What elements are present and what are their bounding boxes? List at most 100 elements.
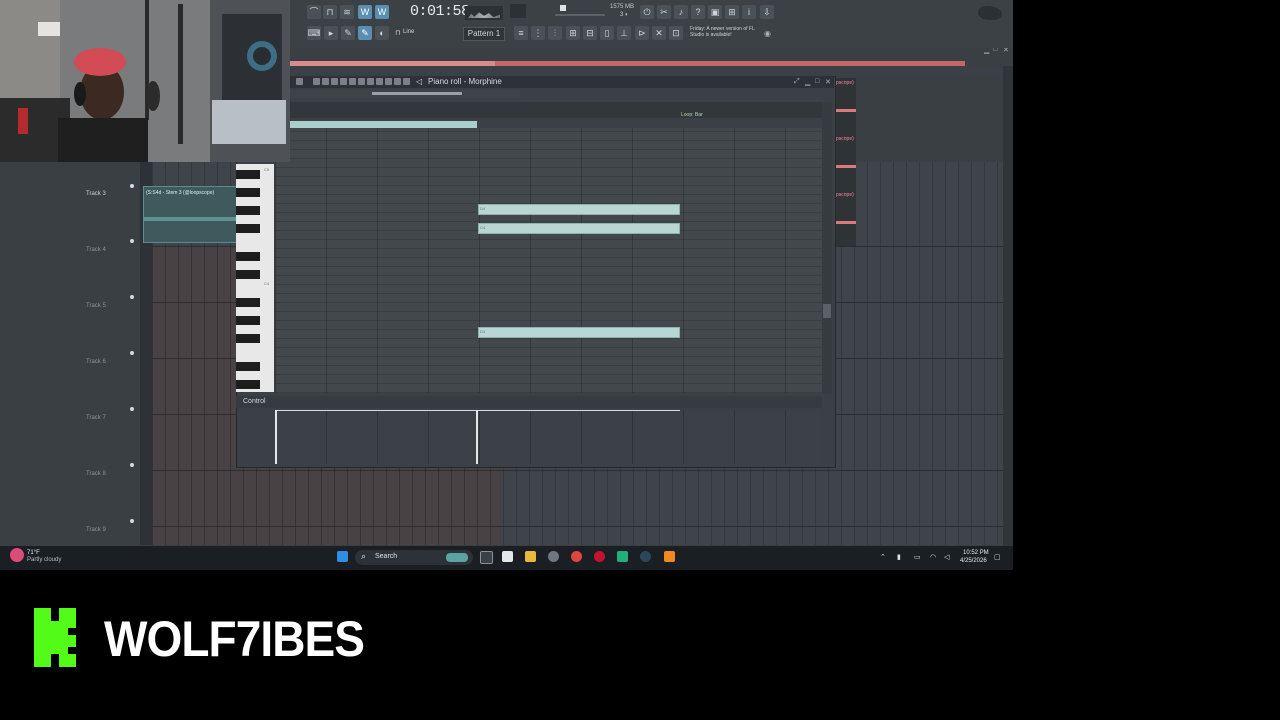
pattern-selector[interactable]: Pattern 1 xyxy=(463,27,505,41)
black-key[interactable] xyxy=(236,206,260,215)
keyboard-icon[interactable]: ⌨ xyxy=(307,26,321,40)
weather-icon[interactable] xyxy=(10,548,24,562)
track-mute-dot[interactable] xyxy=(130,295,134,299)
minimize-icon[interactable]: ▁ xyxy=(805,78,810,86)
track-label-7[interactable]: Track 7 xyxy=(86,415,106,421)
template-icon[interactable]: ⊡ xyxy=(669,26,683,40)
midi-note[interactable] xyxy=(478,327,680,338)
pitch-slider-handle[interactable] xyxy=(560,5,566,11)
track-mute-dot[interactable] xyxy=(130,184,134,188)
app-icon[interactable] xyxy=(617,551,628,562)
browser-icon[interactable]: ⊟ xyxy=(583,26,597,40)
draw-icon[interactable] xyxy=(322,78,329,85)
zoom-icon[interactable] xyxy=(385,78,392,85)
pencil-icon[interactable]: ✎ xyxy=(358,26,372,40)
store-icon[interactable] xyxy=(502,551,513,562)
volume-icon[interactable]: ◁ xyxy=(944,554,951,561)
playlist-icon[interactable]: ≡ xyxy=(514,26,528,40)
control-target-select[interactable]: Control xyxy=(243,398,266,405)
brush-icon[interactable] xyxy=(331,78,338,85)
step-edit-icon[interactable]: ✎ xyxy=(341,26,355,40)
track-label-4[interactable]: Track 4 xyxy=(86,247,106,253)
maximize-icon[interactable]: □ xyxy=(815,78,819,85)
track-mute-dot[interactable] xyxy=(130,351,134,355)
scroll-thumb[interactable] xyxy=(372,92,462,95)
slice-icon[interactable] xyxy=(367,78,374,85)
note-grid[interactable] xyxy=(275,128,822,393)
black-key[interactable] xyxy=(236,270,260,279)
loop-marker[interactable]: Loop: Bar xyxy=(681,112,703,118)
black-key[interactable] xyxy=(236,188,260,197)
news-message[interactable]: Friday: A newer version of FL Studio is … xyxy=(690,26,760,38)
wait-icon[interactable]: ≋ xyxy=(340,5,354,19)
midi-note[interactable] xyxy=(478,223,680,234)
detach-icon[interactable]: ⤢ xyxy=(794,78,800,86)
slip-icon[interactable] xyxy=(358,78,365,85)
track-label-3[interactable]: Track 3 xyxy=(86,191,106,197)
metronome-icon[interactable]: ⊓ xyxy=(323,5,337,19)
playlist-timeline[interactable] xyxy=(288,66,1003,76)
info-icon[interactable]: i xyxy=(742,5,756,19)
select-icon[interactable] xyxy=(376,78,383,85)
speaker-icon[interactable] xyxy=(403,78,410,85)
settings-icon[interactable] xyxy=(548,551,559,562)
track-mute-dot[interactable] xyxy=(130,519,134,523)
file-explorer-icon[interactable] xyxy=(525,551,536,562)
typing-keyboard-icon[interactable]: ▸ xyxy=(324,26,338,40)
mute-tool-icon[interactable] xyxy=(349,78,356,85)
track-mute-dot[interactable] xyxy=(130,239,134,243)
magnet-icon[interactable]: ⊓ xyxy=(395,29,400,37)
plugin-icon[interactable]: ⊞ xyxy=(725,5,739,19)
piano-roll-vertical-scrollbar[interactable] xyxy=(822,102,832,394)
chrome-icon[interactable] xyxy=(571,551,582,562)
audio-preview-icon[interactable]: ◁ xyxy=(416,77,422,86)
opera-icon[interactable] xyxy=(594,551,605,562)
fl-studio-icon[interactable] xyxy=(664,551,675,562)
loop-record-icon[interactable]: W xyxy=(375,5,389,19)
clock-date[interactable]: 4/25/2026 xyxy=(960,558,987,564)
song-time-display[interactable]: 0:01:58 xyxy=(410,3,470,20)
time-selection-bar[interactable] xyxy=(290,121,477,128)
black-key[interactable] xyxy=(236,362,260,371)
wifi-icon[interactable]: ◠ xyxy=(930,554,937,561)
track-label-5[interactable]: Track 5 xyxy=(86,303,106,309)
tempo-icon[interactable]: ⌒ xyxy=(307,5,321,19)
master-volume-knob[interactable] xyxy=(510,4,526,18)
piano-roll-icon[interactable]: ⊞ xyxy=(566,26,580,40)
undo-icon[interactable] xyxy=(296,78,303,85)
master-pitch-slider[interactable] xyxy=(555,14,605,16)
playback-icon[interactable] xyxy=(394,78,401,85)
windows-start-icon[interactable] xyxy=(337,551,348,562)
event-editor-area[interactable] xyxy=(275,410,822,464)
record-icon[interactable]: ✕ xyxy=(652,26,666,40)
tools-icon[interactable] xyxy=(313,78,320,85)
mixer-icon[interactable]: ⫶ xyxy=(548,26,562,40)
paint-icon[interactable]: ◐ xyxy=(375,26,389,40)
help-icon[interactable]: ? xyxy=(691,5,705,19)
playlist-vertical-scrollbar[interactable] xyxy=(1003,66,1013,546)
task-view-icon[interactable] xyxy=(480,551,493,564)
black-key[interactable] xyxy=(236,380,260,389)
disk-icon[interactable]: ◉ xyxy=(764,29,771,38)
plugin-database-icon[interactable]: ▯ xyxy=(600,26,614,40)
scroll-thumb[interactable] xyxy=(823,304,831,318)
black-key[interactable] xyxy=(236,224,260,233)
record-mode-icon[interactable]: W xyxy=(358,5,372,19)
mic-icon[interactable]: ▮ xyxy=(897,554,904,561)
velocity-stem[interactable] xyxy=(476,410,478,464)
channel-rack-icon[interactable]: ⋮ xyxy=(531,26,545,40)
track-label-8[interactable]: Track 8 xyxy=(86,471,106,477)
download-icon[interactable]: ⇩ xyxy=(760,5,774,19)
black-key[interactable] xyxy=(236,316,260,325)
black-key[interactable] xyxy=(236,334,260,343)
velocity-stem[interactable] xyxy=(275,410,277,464)
black-key[interactable] xyxy=(236,170,260,179)
touch-keyboard-icon[interactable]: ⊳ xyxy=(635,26,649,40)
piano-keyboard[interactable] xyxy=(236,164,274,392)
black-key[interactable] xyxy=(236,298,260,307)
weather-temperature[interactable]: 71°F xyxy=(27,550,40,556)
delete-icon[interactable] xyxy=(340,78,347,85)
cut-icon[interactable]: ✂ xyxy=(657,5,671,19)
snap-select[interactable]: Line xyxy=(403,29,414,35)
black-key[interactable] xyxy=(236,252,260,261)
